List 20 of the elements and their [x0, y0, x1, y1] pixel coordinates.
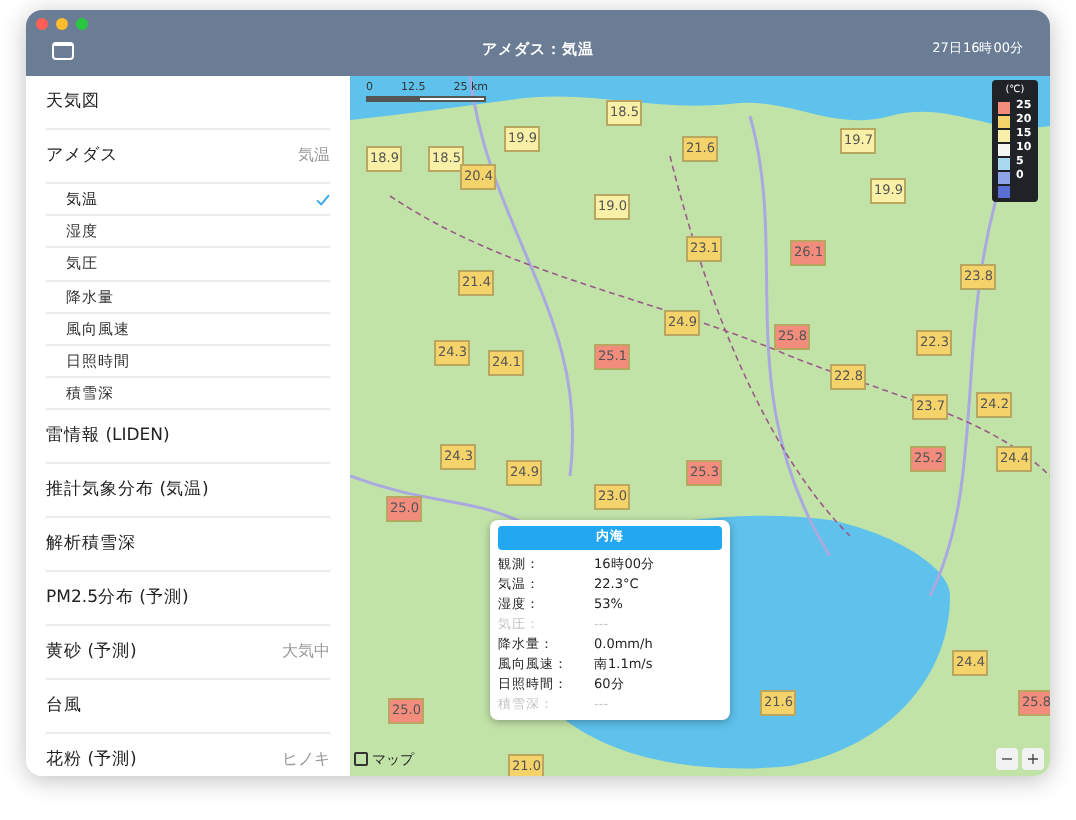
sidebar-item[interactable]: 天気図	[46, 89, 100, 115]
zoom-button[interactable]: +	[1022, 748, 1044, 770]
map-icon	[354, 752, 368, 767]
item-value: 大気中	[282, 640, 330, 665]
item-value: 気温	[298, 144, 330, 168]
sidebar-item[interactable]: 解析積雪深	[46, 531, 136, 558]
sidebar-item[interactable]: 花粉 (予測)	[46, 747, 137, 774]
sidebar-item[interactable]: 黄砂 (予測)	[46, 639, 137, 666]
zoom-button[interactable]: −	[996, 748, 1018, 770]
item-value: ヒノキ	[282, 748, 330, 773]
scale-bar	[366, 96, 486, 103]
sidebar-item[interactable]: 推計気象分布 (気温)	[46, 477, 209, 504]
sidebar-item[interactable]: アメダス	[46, 143, 118, 169]
sidebar-item[interactable]: PM2.5分布 (予測)	[46, 585, 189, 612]
sidebar-toggle-icon[interactable]	[52, 41, 74, 59]
sidebar-item[interactable]: 雷情報 (LIDEN)	[46, 423, 170, 450]
minimize-icon[interactable]	[56, 18, 68, 30]
maximize-icon[interactable]	[76, 18, 88, 30]
close-icon[interactable]	[36, 18, 48, 30]
sidebar-item[interactable]: 台風	[46, 693, 82, 720]
